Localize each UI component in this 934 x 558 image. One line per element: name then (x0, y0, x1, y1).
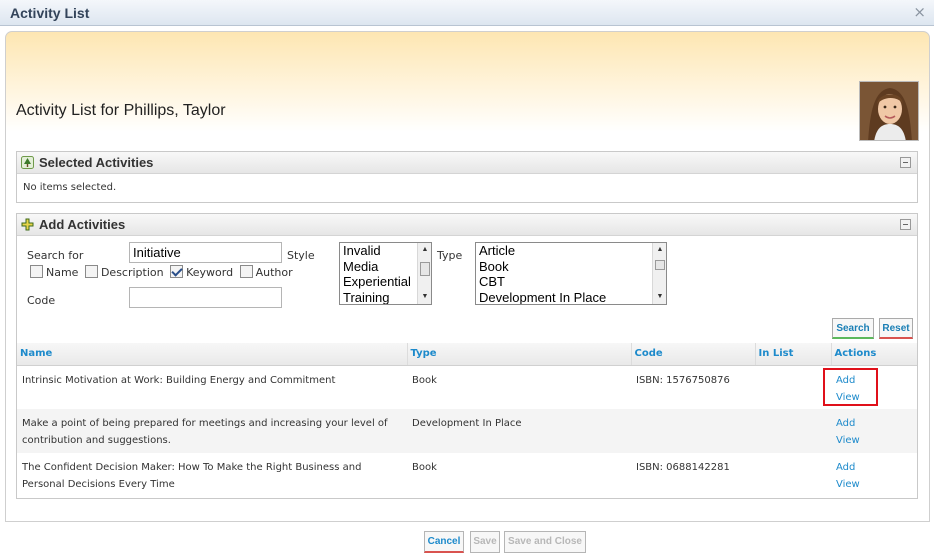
window-titlebar: Activity List × (0, 0, 934, 26)
row-code (631, 409, 755, 453)
tree-icon (21, 156, 34, 169)
search-filter-options: Name Description Keyword Author (30, 265, 293, 279)
save-button[interactable]: Save (470, 531, 500, 553)
row-name: Make a point of being prepared for meeti… (17, 409, 407, 453)
code-input[interactable] (129, 287, 282, 308)
reset-button[interactable]: Reset (879, 318, 913, 339)
row-code: ISBN: 0688142281 (636, 462, 730, 473)
highlight-annotation (823, 368, 878, 406)
author-checkbox[interactable] (239, 265, 253, 278)
description-filter-label: Description (100, 266, 164, 279)
type-option[interactable]: Book (476, 259, 666, 275)
column-header-name[interactable]: Name (17, 343, 408, 366)
scroll-down-icon[interactable]: ▼ (418, 291, 431, 303)
row-actions: Add View (831, 409, 917, 453)
save-and-close-button[interactable]: Save and Close (504, 531, 586, 553)
add-activities-header: Add Activities (17, 214, 917, 236)
cancel-button[interactable]: Cancel (424, 531, 464, 553)
row-name: The Confident Decision Maker: How To Mak… (22, 462, 362, 490)
close-icon[interactable]: × (913, 3, 926, 21)
author-filter-label: Author (255, 266, 293, 279)
activities-table: Name Type Code In List Actions Intrinsic… (17, 343, 917, 497)
column-header-type[interactable]: Type (407, 343, 632, 366)
plus-icon (21, 218, 34, 231)
style-listbox[interactable]: Invalid Media Experiential Training ▲ ▼ (339, 242, 432, 305)
view-link[interactable]: View (836, 432, 912, 449)
description-filter[interactable]: Description (82, 265, 164, 279)
column-header-actions: Actions (831, 343, 917, 366)
window-title: Activity List (10, 5, 90, 21)
selected-activities-title: Selected Activities (39, 155, 154, 170)
name-checkbox[interactable] (30, 265, 43, 278)
add-link[interactable]: Add (836, 415, 912, 432)
name-filter-label: Name (46, 266, 79, 279)
minimize-icon[interactable] (900, 157, 911, 168)
add-activities-section: Add Activities Search for Name Descripti… (16, 213, 918, 499)
row-type: Book (412, 374, 437, 386)
scroll-up-icon[interactable]: ▲ (653, 244, 666, 256)
row-type: Development In Place (407, 409, 631, 453)
row-actions: Add View (831, 453, 917, 497)
selected-activities-section: Selected Activities No items selected. (16, 151, 918, 203)
table-header-row: Name Type Code In List Actions (17, 343, 917, 366)
column-header-code[interactable]: Code (631, 343, 756, 366)
row-in-list (755, 409, 831, 453)
description-checkbox[interactable] (84, 265, 98, 278)
scroll-thumb[interactable] (420, 262, 430, 276)
keyword-filter-label: Keyword (186, 266, 234, 279)
keyword-filter[interactable]: Keyword (167, 265, 233, 279)
table-row: Make a point of being prepared for meeti… (17, 409, 917, 453)
page-title: Activity List for Phillips, Taylor (16, 102, 226, 119)
row-type: Book (412, 462, 437, 473)
empty-message: No items selected. (23, 182, 117, 193)
table-row: Intrinsic Motivation at Work: Building E… (17, 365, 917, 409)
view-link[interactable]: View (836, 476, 912, 493)
column-header-in-list[interactable]: In List (755, 343, 832, 366)
type-option[interactable]: CBT (476, 274, 666, 290)
minimize-icon[interactable] (900, 219, 911, 230)
author-filter[interactable]: Author (237, 265, 293, 279)
row-name: Intrinsic Motivation at Work: Building E… (22, 374, 336, 386)
type-label: Type (437, 249, 463, 262)
type-listbox[interactable]: Article Book CBT Development In Place ▲ … (475, 242, 667, 305)
avatar (859, 81, 919, 141)
scroll-thumb[interactable] (655, 260, 665, 270)
search-for-label: Search for (27, 249, 84, 262)
scroll-down-icon[interactable]: ▼ (653, 291, 666, 303)
search-input[interactable] (129, 242, 282, 263)
code-label: Code (27, 294, 56, 307)
keyword-checkbox[interactable] (170, 265, 184, 278)
add-activities-title: Add Activities (39, 217, 126, 232)
selected-activities-header: Selected Activities (17, 152, 917, 174)
search-button[interactable]: Search (832, 318, 874, 339)
type-option[interactable]: Development In Place (476, 290, 666, 304)
add-link[interactable]: Add (836, 459, 912, 476)
row-in-list (755, 365, 831, 409)
row-code: ISBN: 1576750876 (636, 374, 730, 386)
style-label: Style (287, 249, 315, 262)
scroll-up-icon[interactable]: ▲ (418, 244, 431, 256)
name-filter[interactable]: Name (30, 265, 78, 279)
table-row: The Confident Decision Maker: How To Mak… (17, 453, 917, 497)
style-scrollbar[interactable]: ▲ ▼ (417, 243, 431, 304)
type-option[interactable]: Article (476, 243, 666, 259)
row-in-list (755, 453, 831, 497)
type-scrollbar[interactable]: ▲ ▼ (652, 243, 666, 304)
